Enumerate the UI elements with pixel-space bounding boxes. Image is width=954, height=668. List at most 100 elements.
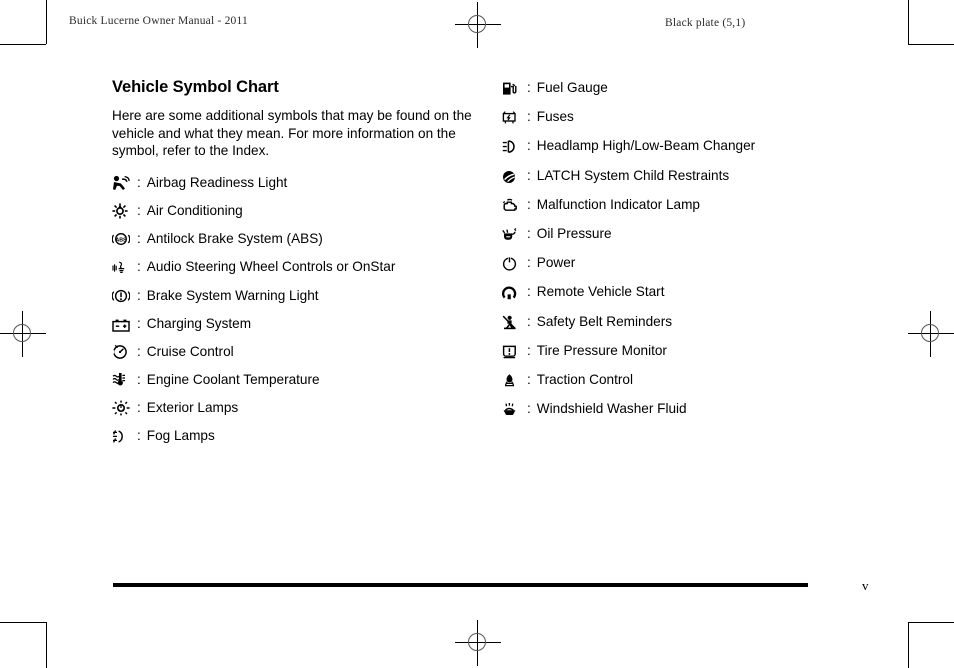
symbol-separator: : — [137, 428, 141, 444]
audio-steering-icon — [112, 257, 136, 277]
symbol-separator: : — [137, 202, 141, 218]
fog-lamps-icon — [112, 426, 136, 446]
symbol-separator: : — [527, 371, 531, 387]
symbol-separator: : — [527, 80, 531, 95]
symbol-label: Windshield Washer Fluid — [536, 401, 687, 417]
running-head-left: Buick Lucerne Owner Manual - 2011 — [69, 15, 248, 27]
symbol-item: : Traction Control — [502, 370, 902, 390]
symbol-label: Traction Control — [536, 371, 633, 387]
symbol-separator: : — [527, 109, 531, 125]
symbol-separator: : — [137, 174, 141, 190]
symbol-item: : Power — [502, 253, 902, 273]
intro-paragraph: Here are some additional symbols that ma… — [112, 108, 472, 159]
symbol-item: : Remote Vehicle Start — [502, 282, 902, 302]
symbol-item: : Air Conditioning — [112, 201, 492, 221]
crop-mark-top-left-horizontal — [0, 44, 46, 45]
symbol-separator: : — [137, 372, 141, 388]
registration-mark-right — [908, 311, 954, 357]
exterior-lamps-icon — [112, 398, 136, 418]
manual-page: Buick Lucerne Owner Manual - 2011 Black … — [0, 0, 954, 668]
symbol-label: Exterior Lamps — [146, 400, 239, 416]
symbol-label: Air Conditioning — [146, 202, 243, 218]
symbol-label: Engine Coolant Temperature — [146, 372, 320, 388]
symbol-label: Headlamp High/Low-Beam Changer — [536, 138, 756, 154]
crop-mark-bottom-right-vertical — [908, 622, 909, 668]
symbol-item: : Cruise Control — [112, 342, 492, 362]
symbol-separator: : — [137, 231, 141, 247]
footer-rule — [113, 583, 808, 587]
crop-mark-bottom-right-horizontal — [908, 622, 954, 623]
symbol-list-right: : Fuel Gauge: Fuses: Headlamp High/Low-Beam… — [502, 78, 902, 419]
symbol-separator: : — [527, 196, 531, 212]
symbol-item: : Safety Belt Reminders — [502, 312, 902, 332]
symbol-separator: : — [137, 400, 141, 416]
symbol-item: : Tire Pressure Monitor — [502, 341, 902, 361]
symbol-label: Airbag Readiness Light — [146, 174, 288, 190]
symbol-item: : Fuses — [502, 107, 902, 127]
symbol-item: : Oil Pressure — [502, 224, 902, 244]
symbol-item: ABS: Antilock Brake System (ABS) — [112, 229, 492, 249]
symbol-separator: : — [527, 138, 531, 154]
symbol-label: Brake System Warning Light — [146, 287, 319, 303]
symbol-separator: : — [527, 313, 531, 329]
power-icon — [502, 253, 526, 273]
symbol-label: LATCH System Child Restraints — [536, 167, 730, 183]
running-head-right: Black plate (5,1) — [665, 17, 746, 29]
registration-mark-bottom — [455, 620, 501, 666]
air-conditioning-icon — [112, 201, 136, 221]
cruise-control-icon — [112, 342, 136, 362]
symbol-separator: : — [527, 342, 531, 358]
symbol-label: Power — [536, 255, 576, 271]
fuses-icon — [502, 107, 526, 127]
crop-mark-top-right-vertical — [908, 0, 909, 44]
symbol-item: : Windshield Washer Fluid — [502, 399, 902, 419]
crop-mark-bottom-left-horizontal — [0, 622, 46, 623]
symbol-label: Audio Steering Wheel Controls or OnStar — [146, 259, 396, 275]
symbol-separator: : — [137, 343, 141, 359]
abs-icon: ABS — [112, 229, 136, 249]
right-column: : Fuel Gauge: Fuses: Headlamp High/Low-Beam… — [502, 78, 902, 428]
crop-mark-top-left-vertical — [46, 0, 47, 44]
headlamp-beam-icon — [502, 136, 526, 156]
symbol-item: : Audio Steering Wheel Controls or OnStar — [112, 257, 492, 277]
crop-mark-top-right-horizontal — [908, 44, 954, 45]
symbol-separator: : — [527, 401, 531, 417]
symbol-separator: : — [527, 255, 531, 271]
symbol-item: : Engine Coolant Temperature — [112, 370, 492, 390]
symbol-item: : Fog Lamps — [112, 426, 492, 446]
symbol-separator: : — [137, 315, 141, 331]
registration-mark-left — [0, 311, 46, 357]
symbol-label: Safety Belt Reminders — [536, 313, 673, 329]
svg-text:ABS: ABS — [116, 238, 127, 244]
symbol-item: : Charging System — [112, 314, 492, 334]
oil-pressure-icon — [502, 224, 526, 244]
symbol-separator: : — [137, 259, 141, 275]
crop-mark-bottom-left-vertical — [46, 622, 47, 668]
traction-control-icon — [502, 370, 526, 390]
charging-system-icon — [112, 314, 136, 334]
symbol-item: : Exterior Lamps — [112, 398, 492, 418]
malfunction-indicator-icon — [502, 195, 526, 215]
brake-warning-icon — [112, 286, 136, 306]
symbol-item: : Brake System Warning Light — [112, 286, 492, 306]
symbol-label: Antilock Brake System (ABS) — [146, 231, 323, 247]
left-column: Vehicle Symbol Chart Here are some addit… — [112, 78, 492, 455]
symbol-label: Fuses — [536, 109, 574, 125]
latch-child-restraint-icon — [502, 166, 526, 186]
engine-coolant-temp-icon — [112, 370, 136, 390]
fuel-gauge-icon — [502, 78, 526, 98]
symbol-label: Charging System — [146, 315, 252, 331]
symbol-label: Cruise Control — [146, 343, 234, 359]
symbol-item: : LATCH System Child Restraints — [502, 166, 902, 186]
safety-belt-icon — [502, 312, 526, 332]
airbag-readiness-icon — [112, 173, 136, 193]
page-number: v — [862, 578, 869, 593]
symbol-separator: : — [527, 167, 531, 183]
symbol-label: Oil Pressure — [536, 225, 612, 241]
page-title: Vehicle Symbol Chart — [112, 78, 279, 96]
symbol-item: : Airbag Readiness Light — [112, 173, 492, 193]
symbol-label: Fuel Gauge — [536, 80, 608, 95]
symbol-separator: : — [527, 284, 531, 300]
symbol-item: : Headlamp High/Low-Beam Changer — [502, 136, 902, 156]
symbol-item: : Fuel Gauge — [502, 78, 902, 98]
